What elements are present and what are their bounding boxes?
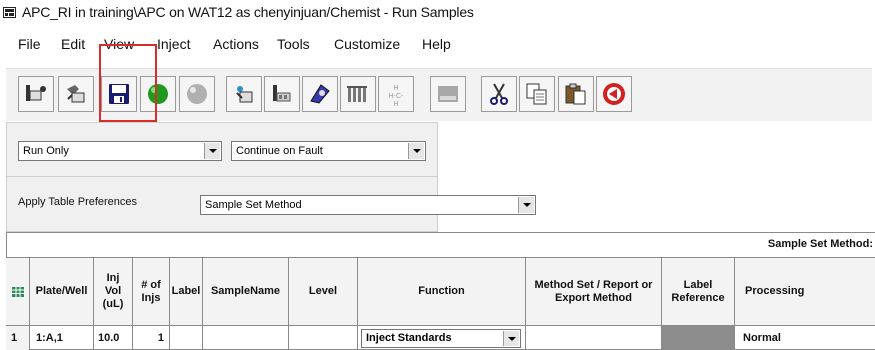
cell-processing[interactable]: Normal [735,325,875,350]
run-mode-value: Run Only [23,145,69,157]
cut-button[interactable] [481,76,517,112]
col-inj-vol[interactable]: Inj Vol (uL) [94,257,133,325]
menu-actions[interactable]: Actions [213,36,259,52]
paste-button[interactable] [558,76,594,112]
cell-method-set[interactable] [526,325,662,350]
abort-icon [603,83,625,105]
run-mode-select[interactable]: Run Only [18,141,222,161]
cell-num-injs[interactable]: 1 [133,325,170,350]
stop-run-icon [187,84,207,104]
apply-table-preferences-label: Apply Table Preferences [18,196,138,208]
chevron-down-icon[interactable] [408,143,424,159]
col-function-label: Function [418,285,465,297]
menu-inject[interactable]: Inject [157,36,190,52]
col-processing[interactable]: Processing [735,257,875,325]
cell-inj-vol[interactable]: 10.0 [94,325,133,350]
col-level-label: Level [308,285,338,297]
copy-button[interactable] [519,76,555,112]
table-preferences-select[interactable]: Sample Set Method [200,195,536,215]
app-icon [3,7,16,18]
col-level[interactable]: Level [289,257,358,325]
inject-button[interactable] [264,76,300,112]
menu-help[interactable]: Help [422,36,451,52]
abort-button[interactable] [596,76,632,112]
col-function[interactable]: Function [358,257,526,325]
load-samples-button[interactable] [18,76,54,112]
edit-method-icon [236,86,253,103]
col-method-set[interactable]: Method Set / Report or Export Method [526,257,662,325]
col-label-reference-label: Label Reference [671,278,725,304]
col-label[interactable]: Label [170,257,203,325]
svg-text:H-C-: H-C- [389,93,404,100]
new-sample-set-button[interactable] [58,76,94,112]
menu-customize[interactable]: Customize [334,36,400,52]
new-sample-set-icon [67,85,85,103]
col-processing-label: Processing [745,285,805,297]
structure-icon: H H-C- H [389,85,404,107]
grid-button[interactable] [430,76,466,112]
fault-mode-select[interactable]: Continue on Fault [231,141,426,161]
edit-method-button[interactable] [226,76,262,112]
row-number-text: 1 [11,332,18,344]
cell-inj-vol-text: 10.0 [98,332,120,344]
table-grid-icon [11,286,24,297]
cell-processing-text: Normal [743,332,781,344]
col-num-injs[interactable]: # of Injs [133,257,170,325]
window-title: APC_RI in training\APC on WAT12 as cheny… [22,4,474,20]
instrument-button[interactable] [302,76,338,112]
function-value: Inject Standards [366,332,452,344]
sample-set-method-text: Sample Set Method: [767,238,873,250]
chevron-down-icon[interactable] [503,331,519,346]
col-method-set-label: Method Set / Report or Export Method [534,278,653,304]
view-highlight-box [99,44,157,122]
grid-corner[interactable] [6,257,30,325]
stop-run-button[interactable] [179,76,215,112]
chevron-down-icon[interactable] [204,143,220,159]
col-plate-well-label: Plate/Well [35,285,88,297]
grid-icon [438,86,458,102]
paste-icon [565,83,586,105]
inject-icon [273,85,291,102]
menu-tools[interactable]: Tools [277,36,310,52]
copy-icon [526,83,547,105]
cell-sample-name[interactable] [203,325,289,350]
columns-button[interactable] [340,76,376,112]
title-bar: APC_RI in training\APC on WAT12 as cheny… [0,0,875,28]
fault-mode-value: Continue on Fault [236,145,323,157]
svg-text:H: H [393,85,398,92]
function-select[interactable]: Inject Standards [361,329,521,348]
chevron-down-icon[interactable] [518,197,534,213]
cell-plate-well[interactable]: 1:A,1 [30,325,94,350]
cell-label-reference[interactable] [662,325,735,350]
col-plate-well[interactable]: Plate/Well [30,257,94,325]
table-preferences-value: Sample Set Method [205,199,302,211]
columns-icon [347,86,367,102]
col-sample-name[interactable]: SampleName [203,257,289,325]
panel-divider [6,176,438,177]
col-label-label: Label [171,285,201,297]
cell-num-injs-text: 1 [157,332,164,344]
col-label-reference[interactable]: Label Reference [662,257,735,325]
svg-text:H: H [393,101,398,107]
row-number[interactable]: 1 [6,325,30,350]
cell-label[interactable] [170,325,203,350]
cell-plate-well-text: 1:A,1 [36,332,63,344]
col-sample-name-label: SampleName [210,285,281,297]
controls-panel [6,122,438,232]
cut-icon [490,83,508,105]
structure-button[interactable]: H H-C- H [378,76,414,112]
col-inj-vol-label: Inj Vol (uL) [102,272,124,310]
cell-function[interactable]: Inject Standards [358,325,526,350]
instrument-icon [310,84,330,104]
menu-edit[interactable]: Edit [61,36,85,52]
menu-file[interactable]: File [18,36,41,52]
col-num-injs-label: # of Injs [141,278,161,304]
load-samples-icon [26,85,46,101]
cell-level[interactable] [289,325,358,350]
